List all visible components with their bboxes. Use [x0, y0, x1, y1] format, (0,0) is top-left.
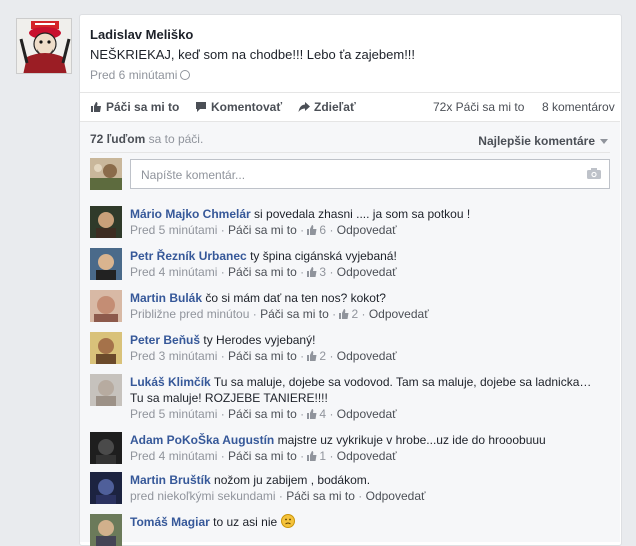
- comment-reply-link[interactable]: Odpovedať: [337, 449, 397, 463]
- comment-like-count[interactable]: 3: [319, 265, 326, 279]
- comment-like-link[interactable]: Páči sa mi to: [228, 223, 297, 237]
- share-icon: [298, 102, 310, 112]
- thumbs-up-icon: [91, 102, 101, 112]
- comment-button[interactable]: Komentovať: [195, 100, 282, 114]
- comment-reply-link[interactable]: Odpovedať: [369, 307, 429, 321]
- comment-text: majstre uz vykrikuje v hrobe...uz ide do…: [277, 433, 546, 447]
- share-button-label: Zdieľať: [314, 100, 356, 114]
- comment-meta: Približne pred minútou · Páči sa mi to ·…: [130, 307, 429, 321]
- comment-time[interactable]: Približne pred minútou: [130, 307, 249, 321]
- comment-time[interactable]: Pred 5 minútami: [130, 407, 217, 421]
- comment-reply-link[interactable]: Odpovedať: [337, 223, 397, 237]
- comment-like-link[interactable]: Páči sa mi to: [228, 407, 297, 421]
- commenter-avatar[interactable]: [90, 472, 122, 504]
- author-avatar[interactable]: [16, 18, 72, 74]
- comment-reply-link[interactable]: Odpovedať: [337, 407, 397, 421]
- summary-divider: [90, 152, 610, 153]
- comment-meta: Pred 5 minútami · Páči sa mi to · 6 · Od…: [130, 223, 397, 237]
- likes-summary[interactable]: 72 ľuďom sa to páči.: [90, 132, 203, 146]
- comment-time[interactable]: Pred 4 minútami: [130, 265, 217, 279]
- comment-button-label: Komentovať: [211, 100, 283, 114]
- comment-time[interactable]: Pred 5 minútami: [130, 223, 217, 237]
- comment-like-link[interactable]: Páči sa mi to: [260, 307, 329, 321]
- commenter-name[interactable]: Martin Bulák: [130, 291, 202, 305]
- like-button[interactable]: Páči sa mi to: [90, 100, 179, 114]
- comment-like-link[interactable]: Páči sa mi to: [286, 489, 355, 503]
- comment-meta: pred niekoľkými sekundami · Páči sa mi t…: [130, 489, 426, 503]
- thumbs-up-icon: [307, 451, 317, 461]
- post-timestamp[interactable]: Pred 6 minútami: [90, 68, 191, 82]
- commenter-name[interactable]: Mário Majko Chmelár: [130, 207, 251, 221]
- comment-like-count[interactable]: 2: [319, 349, 326, 363]
- comment-text: to uz asi nie: [213, 515, 278, 529]
- thumbs-up-icon: [307, 409, 317, 419]
- thumbs-up-icon: [339, 309, 349, 319]
- comment-reply-link[interactable]: Odpovedať: [337, 265, 397, 279]
- likes-count[interactable]: 72x Páči sa mi to: [433, 100, 524, 114]
- likes-summary-count[interactable]: 72 ľuďom: [90, 132, 145, 146]
- share-button[interactable]: Zdieľať: [298, 100, 356, 114]
- likes-summary-text: sa to páči.: [145, 132, 204, 146]
- comment-reply-link[interactable]: Odpovedať: [366, 489, 426, 503]
- commenter-name[interactable]: Lukáš Klimčík: [130, 375, 211, 389]
- comment-like-count[interactable]: 2: [351, 307, 358, 321]
- thumbs-up-icon: [307, 225, 317, 235]
- commenter-avatar[interactable]: [90, 332, 122, 364]
- comment-like-count[interactable]: 1: [319, 449, 326, 463]
- camera-icon[interactable]: [587, 168, 601, 179]
- comment-reply-link[interactable]: Odpovedať: [337, 349, 397, 363]
- post-actions-bar: Páči sa mi to Komentovať Zdieľať 72x Páč…: [80, 93, 620, 121]
- comment-text: nožom ju zabijem , bodákom.: [214, 473, 371, 487]
- current-user-avatar[interactable]: [90, 158, 122, 190]
- frown-emoji-icon: [280, 514, 295, 528]
- comment-time[interactable]: pred niekoľkými sekundami: [130, 489, 276, 503]
- comment-like-count[interactable]: 4: [319, 407, 326, 421]
- comment-like-link[interactable]: Páči sa mi to: [228, 349, 297, 363]
- commenter-avatar[interactable]: [90, 514, 122, 546]
- comment-text: ty Herodes vyjebaný!: [203, 333, 316, 347]
- comments-count[interactable]: 8 komentárov: [542, 100, 615, 114]
- commenter-avatar[interactable]: [90, 290, 122, 322]
- commenter-name[interactable]: Peter Beňuš: [130, 333, 200, 347]
- commenter-name[interactable]: Martin Bruštík: [130, 473, 211, 487]
- commenter-avatar[interactable]: [90, 374, 122, 406]
- commenter-avatar[interactable]: [90, 432, 122, 464]
- thumbs-up-icon: [307, 351, 317, 361]
- commenter-avatar[interactable]: [90, 248, 122, 280]
- comment-like-link[interactable]: Páči sa mi to: [228, 265, 297, 279]
- sort-label: Najlepšie komentáre: [478, 134, 595, 148]
- comment-meta: Pred 4 minútami · Páči sa mi to · 1 · Od…: [130, 449, 397, 463]
- commenter-avatar[interactable]: [90, 206, 122, 238]
- author-name[interactable]: Ladislav Meliško: [90, 27, 193, 42]
- globe-icon: [180, 70, 191, 80]
- comment-icon: [196, 102, 206, 112]
- comment-text: si povedala zhasni .... ja som sa potkou…: [254, 207, 471, 221]
- post-text: NEŠKRIEKAJ, keď som na chodbe!!! Lebo ťa…: [90, 47, 416, 62]
- comment-input[interactable]: [139, 161, 583, 189]
- post-time-label[interactable]: Pred 6 minútami: [90, 68, 177, 82]
- comment-time[interactable]: Pred 3 minútami: [130, 349, 217, 363]
- comment-like-link[interactable]: Páči sa mi to: [228, 449, 297, 463]
- comment-time[interactable]: Pred 4 minútami: [130, 449, 217, 463]
- comment-like-count[interactable]: 6: [319, 223, 326, 237]
- comment-meta: Pred 3 minútami · Páči sa mi to · 2 · Od…: [130, 349, 397, 363]
- comment-sort-dropdown[interactable]: Najlepšie komentáre: [478, 134, 608, 148]
- commenter-name[interactable]: Petr Řezník Urbanec: [130, 249, 247, 263]
- comment-text: čo si mám dať na ten nos? kokot?: [205, 291, 386, 305]
- comment-composer[interactable]: [130, 159, 610, 189]
- caret-down-icon: [600, 139, 608, 144]
- thumbs-up-icon: [307, 267, 317, 277]
- comments-area: 72 ľuďom sa to páči. Najlepšie komentáre…: [80, 121, 620, 546]
- comment-meta: Pred 4 minútami · Páči sa mi to · 3 · Od…: [130, 265, 397, 279]
- like-button-label: Páči sa mi to: [106, 100, 180, 114]
- commenter-name[interactable]: Adam PoKoŠka Augustín: [130, 433, 274, 447]
- commenter-name[interactable]: Tomáš Magiar: [130, 515, 210, 529]
- comment-meta: Pred 5 minútami · Páči sa mi to · 4 · Od…: [130, 407, 397, 421]
- comment-text: ty špina cigánská vyjebaná!: [250, 249, 397, 263]
